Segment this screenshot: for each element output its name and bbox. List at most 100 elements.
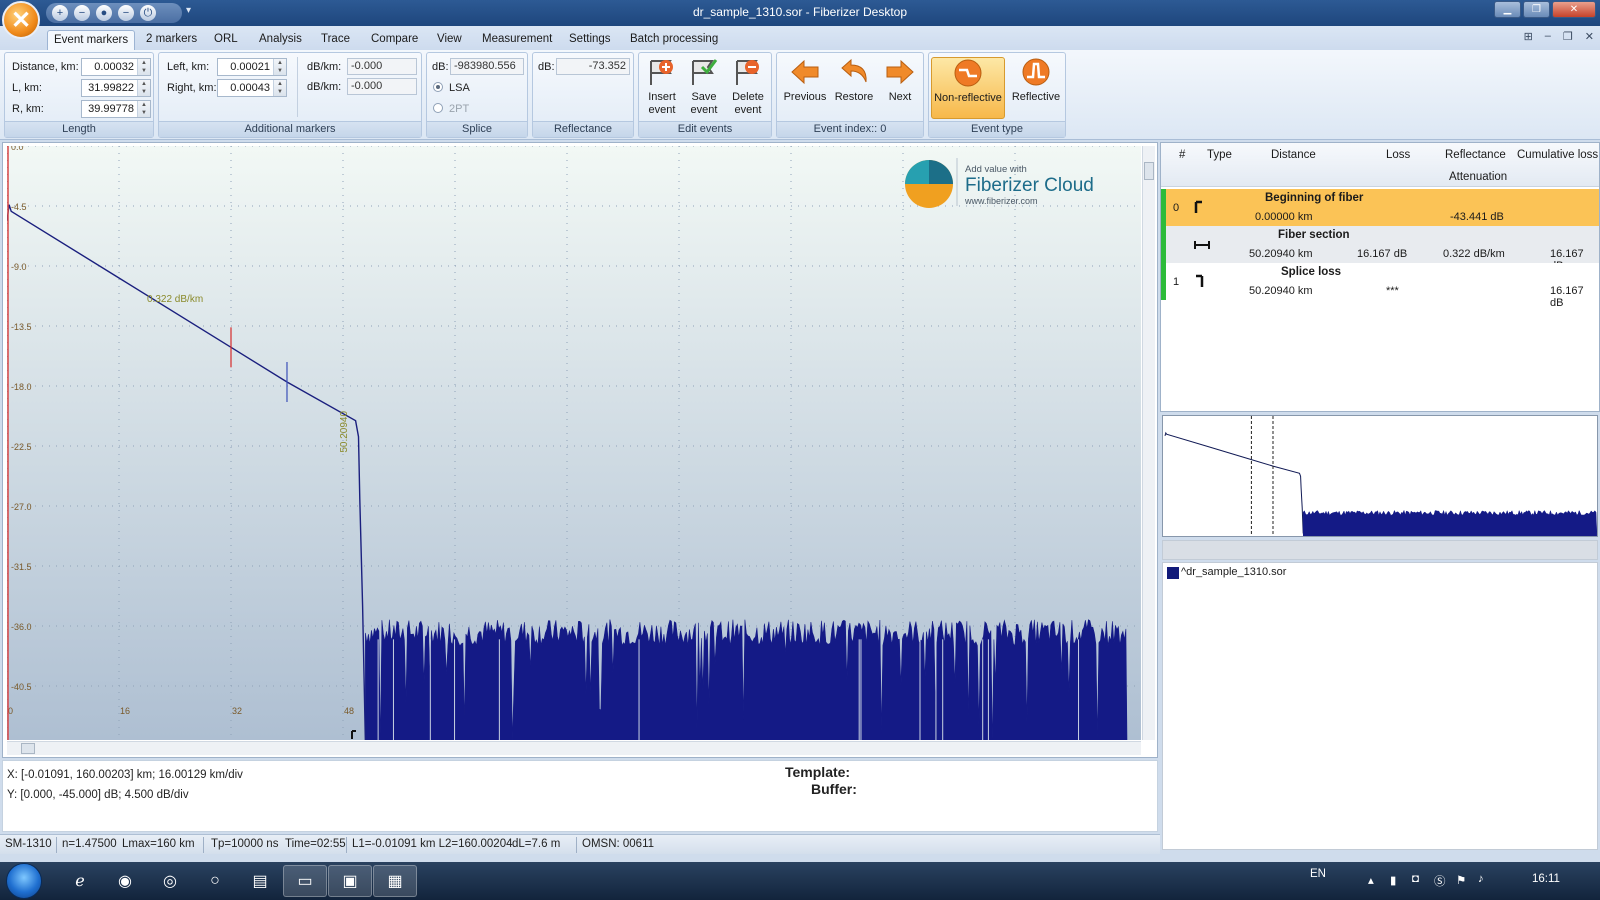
r-field[interactable]: 39.99778 ▲ ▼ <box>81 100 151 118</box>
clock[interactable]: 16:11 <box>1532 873 1560 885</box>
tab-2-markers[interactable]: 2 markers <box>140 30 203 50</box>
l-label: L, km: <box>12 82 42 94</box>
col-distance[interactable]: Distance <box>1271 149 1316 161</box>
horizontal-scrollbar[interactable] <box>7 741 1141 755</box>
opera-icon[interactable]: ○ <box>193 865 237 897</box>
status-time: Time=02:55 <box>285 838 346 850</box>
table-row[interactable]: 1 Splice loss 50.20940 km *** 16.167 dB <box>1161 263 1599 309</box>
tab-measurement[interactable]: Measurement <box>476 30 558 50</box>
tab-trace[interactable]: Trace <box>315 30 356 50</box>
right-field[interactable]: 0.00043 ▲ ▼ <box>217 79 287 97</box>
app-menu-button[interactable]: ✕ <box>2 1 40 39</box>
reflective-button[interactable]: Reflective <box>1009 57 1063 121</box>
mdi-minimize-button[interactable]: – <box>1545 30 1551 43</box>
windows-logo-icon: ⊞ <box>1523 31 1533 43</box>
ie-icon[interactable]: ℯ <box>58 865 102 897</box>
y-tick-label: 0.0 <box>11 146 24 152</box>
maximize-button[interactable]: ❐ <box>1523 1 1550 18</box>
explorer-icon[interactable]: ▭ <box>283 865 327 897</box>
overview-scrollbar[interactable] <box>1162 540 1598 560</box>
restore-button[interactable]: Restore <box>831 57 877 121</box>
left-label: Left, km: <box>167 61 210 73</box>
mdi-close-button[interactable]: ✕ <box>1585 30 1594 43</box>
vertical-scrollbar[interactable] <box>1142 146 1155 740</box>
divider <box>297 57 298 117</box>
spinner-icon[interactable]: ▲ ▼ <box>137 59 150 75</box>
insert-event-button[interactable]: Insert event <box>643 57 681 121</box>
tab-view[interactable]: View <box>431 30 468 50</box>
network-icon[interactable]: ▮ <box>1390 873 1396 887</box>
spinner-icon[interactable]: ▲ ▼ <box>137 80 150 96</box>
tray-expand-icon[interactable]: ▴ <box>1368 873 1374 887</box>
lsa-radio[interactable]: LSA <box>433 82 470 94</box>
noise-floor-area <box>365 619 1128 740</box>
col-reflectance[interactable]: Reflectance <box>1445 149 1506 161</box>
next-button[interactable]: Next <box>879 57 921 121</box>
table-row[interactable]: 0 Beginning of fiber 0.00000 km -43.441 … <box>1161 189 1599 226</box>
table-row[interactable]: Fiber section 50.20940 km 16.167 dB 0.32… <box>1161 226 1599 272</box>
spinner-icon[interactable]: ▲ ▼ <box>273 59 286 75</box>
app-icon-1[interactable]: ▣ <box>328 865 372 897</box>
logo-url: www.fiberizer.com <box>964 196 1038 206</box>
trace-overview[interactable] <box>1162 415 1598 537</box>
col-cumulative-loss[interactable]: Cumulative loss <box>1517 149 1598 161</box>
y-tick-label: -18.0 <box>11 382 32 392</box>
y-tick-label: -31.5 <box>11 562 32 572</box>
scroll-thumb[interactable] <box>1144 162 1154 180</box>
status-omsn: OMSN: 00611 <box>582 838 655 850</box>
dbkm2-label: dB/km: <box>307 81 342 93</box>
close-button[interactable]: ✕ <box>1552 1 1596 18</box>
tab-batch-processing[interactable]: Batch processing <box>624 30 724 50</box>
x-tick-label: 32 <box>232 706 242 716</box>
splice-db-field[interactable]: -983980.556 <box>450 58 524 75</box>
language-indicator[interactable]: EN <box>1310 868 1326 880</box>
previous-button[interactable]: Previous <box>781 57 829 121</box>
tab-compare[interactable]: Compare <box>365 30 424 50</box>
title-bar: + − ● − ⏻ ▾ dr_sample_1310.sor - Fiberiz… <box>0 0 1600 26</box>
row-distance: 0.00000 km <box>1255 211 1313 223</box>
l-field[interactable]: 31.99822 ▲ ▼ <box>81 79 151 97</box>
volume-icon[interactable]: ♪ <box>1478 873 1484 885</box>
col-loss[interactable]: Loss <box>1386 149 1410 161</box>
tab-analysis[interactable]: Analysis <box>253 30 308 50</box>
col-type[interactable]: Type <box>1207 149 1232 161</box>
status-wavelength: SM-1310 <box>5 838 52 850</box>
minimize-button[interactable]: ▁ <box>1494 1 1521 18</box>
event-type-caption: Event type <box>929 121 1065 137</box>
start-button[interactable] <box>6 863 42 899</box>
events-table: # Type Distance Loss Reflectance Cumulat… <box>1160 142 1600 412</box>
tray-app-icon[interactable]: ◘ <box>1412 873 1419 885</box>
otdr-trace-chart[interactable]: 0.0 -4.5 -9.0 -13.5 -18.0 -22.5 -27.0 -31.5 -36.… <box>7 146 1141 740</box>
col-attenuation[interactable]: Attenuation <box>1449 171 1507 183</box>
row-marker <box>1161 189 1166 226</box>
non-reflective-button[interactable]: Non-reflective <box>931 57 1005 119</box>
reflectance-db-field[interactable]: -73.352 <box>556 58 630 75</box>
tab-event-markers[interactable]: Event markers <box>47 30 136 50</box>
radio-selected-icon <box>433 82 443 92</box>
save-event-button[interactable]: Save event <box>685 57 723 121</box>
scroll-thumb[interactable] <box>21 743 35 754</box>
fiberizer-taskbar-icon[interactable]: ▦ <box>373 865 417 897</box>
length-caption: Length <box>5 121 153 137</box>
legend-item[interactable]: ^dr_sample_1310.sor <box>1181 566 1286 578</box>
tab-settings[interactable]: Settings <box>563 30 617 50</box>
row-title: Splice loss <box>1281 266 1342 278</box>
x-tick-label: 48 <box>344 706 354 716</box>
dbkm1-field[interactable]: -0.000 <box>347 58 417 75</box>
2pt-radio[interactable]: 2PT <box>433 103 469 115</box>
delete-event-button[interactable]: Delete event <box>727 57 769 121</box>
col-num[interactable]: # <box>1179 149 1185 161</box>
row-title: Fiber section <box>1278 229 1350 241</box>
left-field[interactable]: 0.00021 ▲ ▼ <box>217 58 287 76</box>
spinner-icon[interactable]: ▲ ▼ <box>137 101 150 117</box>
flag-icon[interactable]: ⚑ <box>1456 873 1466 887</box>
chrome-icon[interactable]: ◎ <box>148 865 192 897</box>
skype-icon[interactable]: Ⓢ <box>1434 873 1446 889</box>
distance-field[interactable]: 0.00032 ▲ ▼ <box>81 58 151 76</box>
mdi-restore-button[interactable]: ❐ <box>1563 30 1573 43</box>
dbkm2-field[interactable]: -0.000 <box>347 78 417 95</box>
notepad-icon[interactable]: ▤ <box>238 865 282 897</box>
spinner-icon[interactable]: ▲ ▼ <box>273 80 286 96</box>
firefox-icon[interactable]: ◉ <box>103 865 147 897</box>
tab-orl[interactable]: ORL <box>208 30 244 50</box>
